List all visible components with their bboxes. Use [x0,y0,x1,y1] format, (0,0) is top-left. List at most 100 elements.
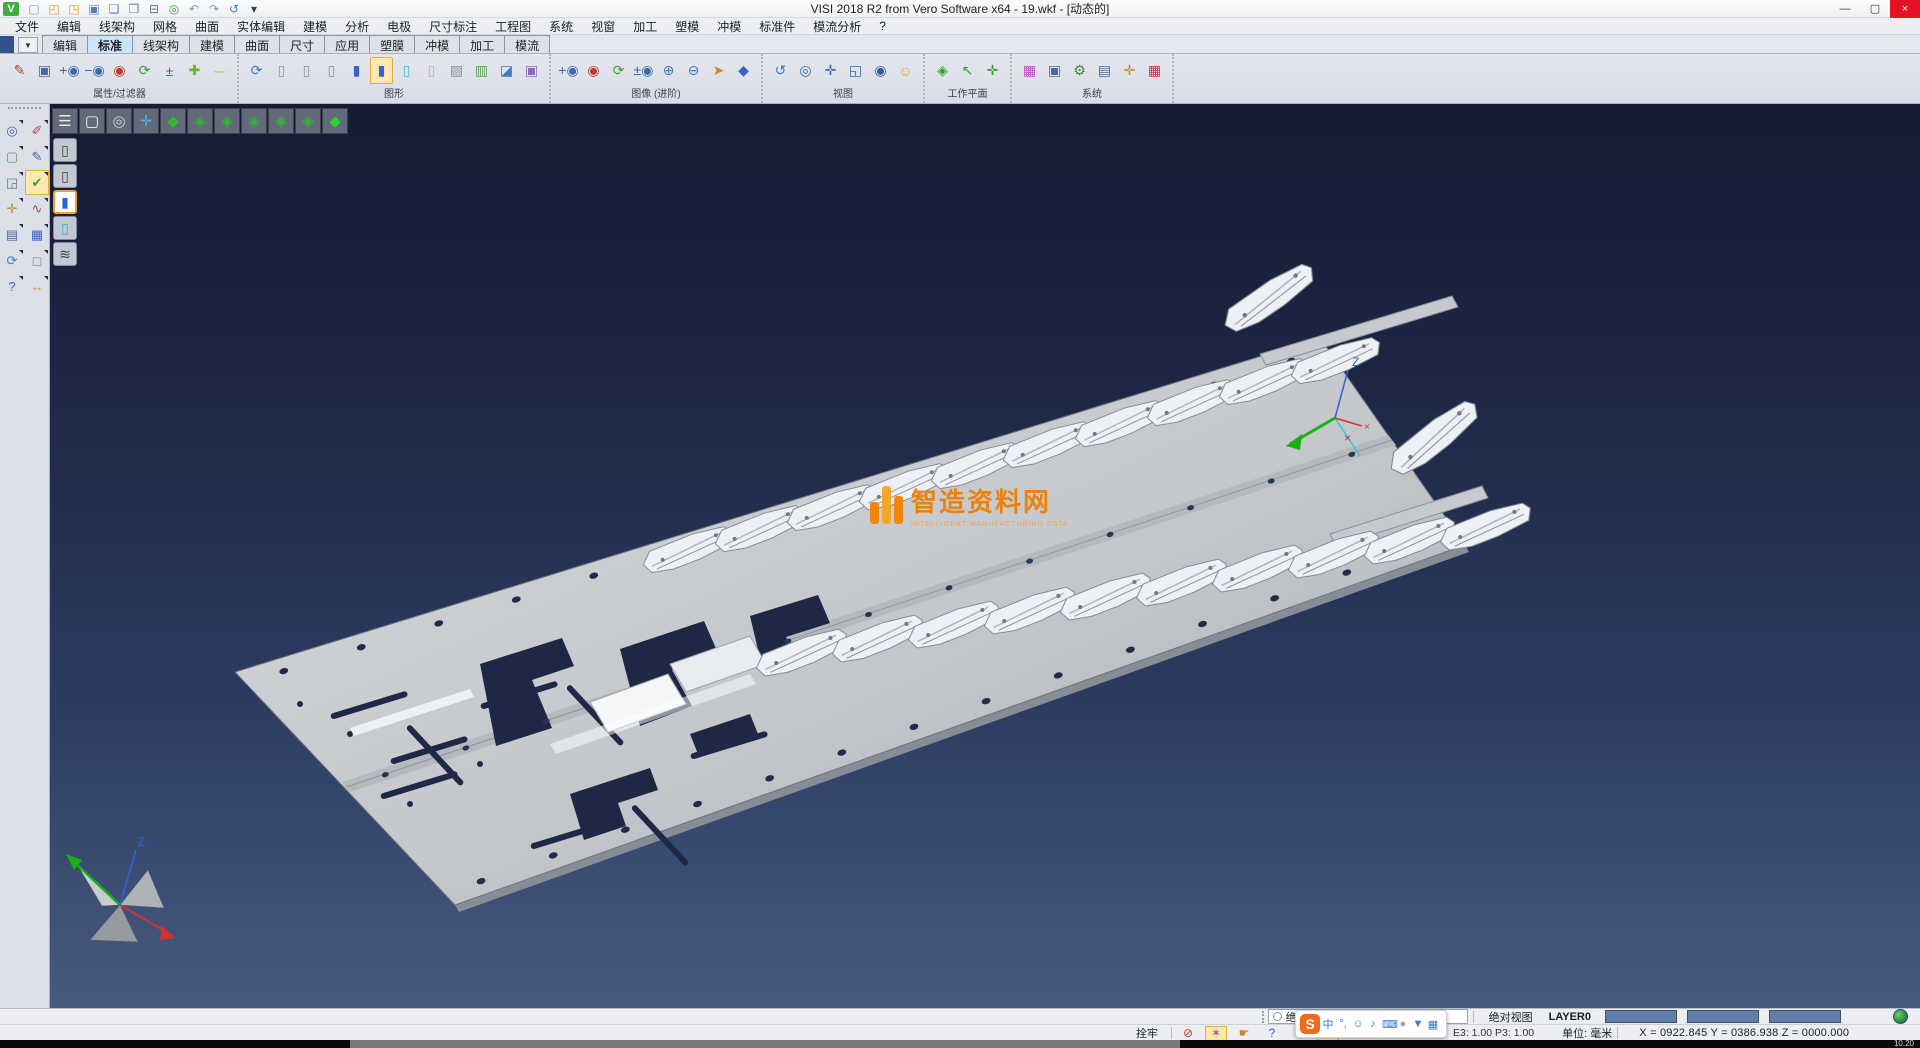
lock-label[interactable]: 拴牢 [1136,1025,1158,1041]
menu-mold[interactable]: 塑模 [666,18,708,35]
hide-entities-icon[interactable]: −◉ [83,57,106,84]
view-axes-icon[interactable]: ✛ [133,108,159,134]
view-restore-icon[interactable]: ↺ [225,1,243,17]
image-settings-icon[interactable]: ▣ [1043,57,1066,84]
layer-palette-icon[interactable]: ▤ [1,223,23,246]
render-hidden-icon[interactable]: ▯ [53,164,77,188]
menu-solid-edit[interactable]: 实体编辑 [228,18,294,35]
render-cube-icon[interactable]: ◆ [732,57,755,84]
shaded-edges-icon[interactable]: ▮ [370,57,393,84]
hatched-icon[interactable]: ▨ [445,57,468,84]
filter-traffic-light-icon[interactable]: ◉ [108,57,131,84]
save-icon[interactable]: ▣ [85,1,103,17]
modify-attributes-icon[interactable]: ✎ [8,57,31,84]
shaded-icon[interactable]: ▮ [345,57,368,84]
view-iso-back-icon[interactable]: ◈ [214,108,240,134]
ime-skin-icon[interactable]: ▼ [1412,1018,1424,1030]
plane-frame-icon[interactable]: ▢ [1,145,23,168]
magnify-remove-icon[interactable]: ⊖ [682,57,705,84]
color-swatch-1[interactable] [1605,1010,1677,1023]
close-button[interactable]: × [1890,0,1920,18]
zoom-search-icon[interactable]: ◎ [1,119,23,142]
menu-dimensioning[interactable]: 尺寸标注 [420,18,486,35]
view-iso-right-icon[interactable]: ◈ [268,108,294,134]
grid-settings-icon[interactable]: ▦ [1143,57,1166,84]
color-swatch-2[interactable] [1687,1010,1759,1023]
rotate-view-icon[interactable]: ↺ [769,57,792,84]
render-ghost-icon[interactable]: ▯ [53,216,77,240]
zoom-cube-icon[interactable]: ◲ [1,171,23,194]
menu-machining[interactable]: 加工 [624,18,666,35]
refresh-visibility-icon[interactable]: ⟳ [133,57,156,84]
spline-icon[interactable]: ∿ [26,197,48,220]
view-shaded-cube-icon[interactable]: ◆ [322,108,348,134]
rendered-icon[interactable]: ▥ [470,57,493,84]
advanced-show-icon[interactable]: +◉ [557,57,580,84]
menu-edit[interactable]: 编辑 [48,18,90,35]
ime-toolbox-icon[interactable]: ▦ [1427,1018,1439,1031]
material-icon[interactable]: ◪ [495,57,518,84]
fit-view-icon[interactable]: ◱ [844,57,867,84]
ime-user-icon[interactable]: ● [1397,1018,1409,1030]
new-file-icon[interactable]: ▢ [25,1,43,17]
sogou-logo-icon[interactable]: S [1300,1014,1320,1034]
wireframe-icon[interactable]: ▯ [270,57,293,84]
no-entry-icon[interactable]: ⊘ [1177,1026,1199,1041]
menu-modeling[interactable]: 建模 [294,18,336,35]
color-table-icon[interactable]: ▦ [1018,57,1041,84]
spring-icon[interactable]: ≋ [53,242,77,266]
hide-all-icon[interactable]: ─ [208,57,231,84]
tab-surface[interactable]: 曲面 [234,35,280,53]
render-shaded-icon[interactable]: ▮ [53,190,77,214]
ime-punctuation-icon[interactable]: °, [1337,1018,1349,1030]
toolbar-dropdown-button[interactable]: ▼ [18,37,38,53]
tab-dimension[interactable]: 尺寸 [279,35,325,53]
erase-sketch-icon[interactable]: ✐ [26,119,48,142]
view-top-icon[interactable]: ◆ [160,108,186,134]
snap-settings-icon[interactable]: ✛ [1118,57,1141,84]
workplane-align-icon[interactable]: ↖ [956,57,979,84]
ime-chinese-icon[interactable]: 中 [1322,1016,1334,1032]
menu-mesh[interactable]: 网格 [144,18,186,35]
maximize-button[interactable]: ▢ [1860,0,1890,18]
ucs-axes-icon[interactable]: ✛ [1,197,23,220]
help-status-icon[interactable]: ? [1261,1026,1283,1041]
transparent-shaded-icon[interactable]: ▯ [395,57,418,84]
remove-render-icon[interactable]: ▣ [520,57,543,84]
viewport-menu-icon[interactable]: ☰ [52,108,78,134]
refresh-model-icon[interactable]: ⟳ [1,249,23,272]
tab-molding[interactable]: 塑膜 [369,35,415,53]
open-model-icon[interactable]: ◳ [65,1,83,17]
menu-help[interactable]: ? [870,19,895,33]
dashed-hidden-icon[interactable]: ▯ [320,57,343,84]
advanced-refresh-icon[interactable]: ⟳ [607,57,630,84]
measure-icon[interactable]: ↔ [26,275,48,298]
solid-cube-icon[interactable]: ◻ [26,249,48,272]
menu-flow-analysis[interactable]: 模流分析 [804,18,870,35]
ime-emoji-icon[interactable]: ☺ [1352,1018,1364,1030]
menu-system[interactable]: 系统 [540,18,582,35]
hidden-line-icon[interactable]: ▯ [295,57,318,84]
tab-application[interactable]: 应用 [324,35,370,53]
confirm-check-icon[interactable]: ✔ [26,171,48,194]
zoom-view-icon[interactable]: ◎ [794,57,817,84]
menu-wireframe[interactable]: 线架构 [90,18,144,35]
open-file-icon[interactable]: ◰ [45,1,63,17]
tab-modeling[interactable]: 建模 [189,35,235,53]
view-iso-bottom-icon[interactable]: ◈ [295,108,321,134]
menu-drawing[interactable]: 工程图 [486,18,540,35]
toggle-visibility-icon[interactable]: ± [158,57,181,84]
menu-standard-parts[interactable]: 标准件 [750,18,804,35]
flat-shaded-icon[interactable]: ▯ [420,57,443,84]
workplane-axes-icon[interactable]: ✛ [981,57,1004,84]
advanced-toggle-icon[interactable]: ±◉ [632,57,655,84]
pan-view-icon[interactable]: ✛ [819,57,842,84]
tab-die[interactable]: 冲模 [414,35,460,53]
menu-file[interactable]: 文件 [6,18,48,35]
regen-icon[interactable]: ⟳ [245,57,268,84]
quick-access-more-icon[interactable]: ▾ [245,1,263,17]
menu-window[interactable]: 视窗 [582,18,624,35]
print-preview-icon[interactable]: ◎ [165,1,183,17]
units-label[interactable]: 单位: 毫米 [1562,1025,1612,1041]
tab-machining[interactable]: 加工 [459,35,505,53]
